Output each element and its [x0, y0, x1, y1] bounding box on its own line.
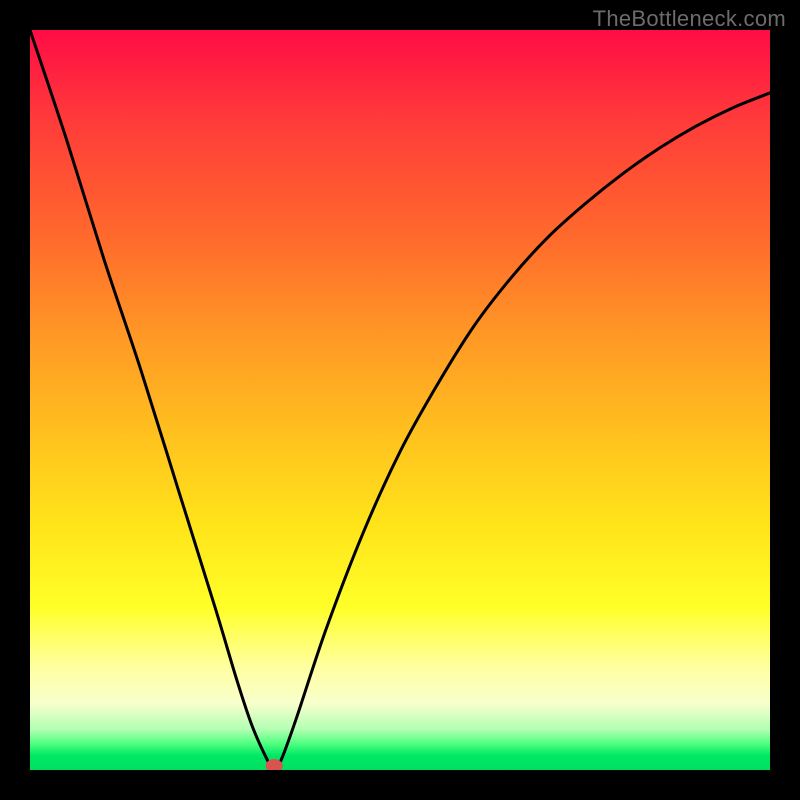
chart-frame: TheBottleneck.com [0, 0, 800, 800]
minimum-marker [266, 759, 283, 770]
watermark-text: TheBottleneck.com [593, 6, 786, 32]
plot-area [30, 30, 770, 770]
curve-overlay [30, 30, 770, 770]
bottleneck-curve [30, 30, 770, 770]
